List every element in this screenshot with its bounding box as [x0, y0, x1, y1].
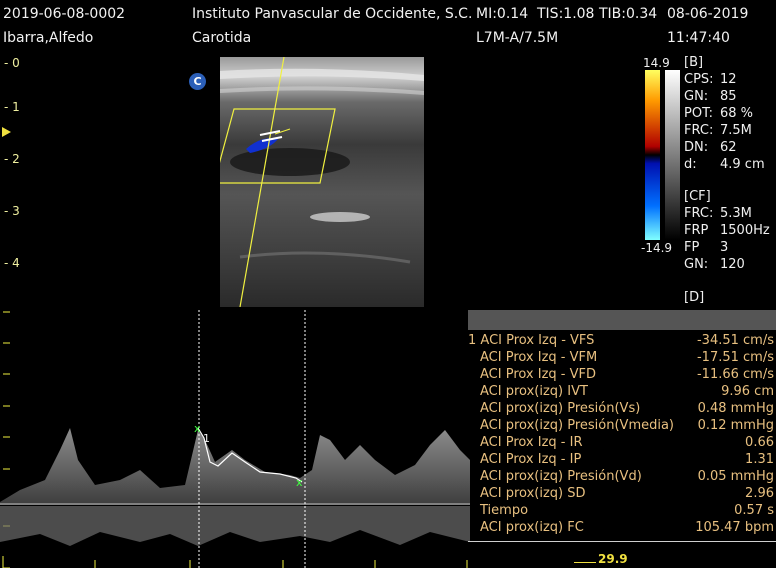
tis-index: TIS:1.08 [537, 6, 595, 22]
measurement-row: ACI Prox Izq - IR 0.66 [468, 434, 776, 451]
param-key: GN: [684, 89, 709, 104]
measurement-row: ACI Prox Izq - VFD -11.66 cm/s [468, 366, 776, 383]
measurement-label: ACI prox(izq) SD [480, 486, 586, 501]
svg-text:x: x [296, 476, 303, 489]
color-mode-badge: C [189, 73, 206, 90]
param-value: 7.5M [720, 123, 752, 138]
focus-marker-icon [2, 127, 11, 137]
param-value: 68 % [720, 106, 754, 121]
measurement-value: 9.96 cm [721, 384, 774, 399]
measurement-label: ACI prox(izq) Presión(Vs) [480, 401, 641, 416]
measurement-label: ACI Prox Izq - VFM [480, 350, 598, 365]
exam-type: Carotida [192, 30, 252, 46]
param-key: CPS: [684, 72, 714, 87]
params-cf-list: FRC: 5.3M FRP 1500Hz FP 3 GN: 120 [684, 206, 770, 274]
measurement-label: ACI Prox Izq - VFD [480, 367, 597, 382]
param-value: 5.3M [720, 206, 752, 221]
param-key: FRP [684, 223, 709, 238]
measurement-value: -17.51 cm/s [696, 350, 774, 365]
spectral-marker-label: 1 [203, 432, 210, 445]
measurement-label: ACI prox(izq) Presión(Vd) [480, 469, 642, 484]
measurement-row: ACI prox(izq) Presión(Vs) 0.48 mmHg [468, 400, 776, 417]
param-key: FP [684, 240, 700, 255]
param-value: 3 [720, 240, 729, 255]
bmode-image [220, 57, 424, 307]
measurement-row: ACI Prox Izq - IP 1.31 [468, 451, 776, 468]
measurement-row: ACI prox(izq) Presión(Vmedia) 0.12 mmHg [468, 417, 776, 434]
velocity-scale-line [574, 562, 596, 563]
measurement-value: -34.51 cm/s [696, 333, 774, 348]
param-value: 85 [720, 89, 737, 104]
patient-name: Ibarra,Alfedo [3, 30, 94, 46]
measurement-label: ACI prox(izq) Presión(Vmedia) [480, 418, 675, 433]
param-value: 62 [720, 140, 737, 155]
svg-text:x: x [194, 422, 201, 435]
measurement-row: ACI Prox Izq - VFM -17.51 cm/s [468, 349, 776, 366]
depth-0: 0 [12, 56, 20, 70]
tib-index: TIB:0.34 [599, 6, 658, 22]
patient-id: 2019-06-08-0002 [3, 6, 126, 22]
measurement-label: Tiempo [480, 503, 529, 518]
param-value: 12 [720, 72, 737, 87]
measurement-panel: 1 ACI Prox Izq - VFS -34.51 cm/s ACI Prox… [468, 332, 776, 542]
depth-4: 4 [12, 256, 20, 270]
measurement-row: ACI prox(izq) FC 105.47 bpm [468, 519, 776, 536]
measurement-value: 0.05 mmHg [697, 469, 774, 484]
measurement-label: ACI Prox Izq - IR [480, 435, 583, 450]
measurement-row: ACI prox(izq) SD 2.96 [468, 485, 776, 502]
colorbar-max: 14.9 [643, 56, 670, 70]
institution-name: Instituto Panvascular de Occidente, S.C. [192, 6, 473, 22]
param-key: POT: [684, 106, 713, 121]
param-value: 1500Hz [720, 223, 770, 238]
measurement-value: 2.96 [745, 486, 774, 501]
exam-time: 11:47:40 [667, 30, 730, 46]
measurement-row: ACI prox(izq) IVT 9.96 cm [468, 383, 776, 400]
measurement-panel-header [468, 310, 776, 330]
param-key: d: [684, 157, 697, 172]
measurement-label: ACI Prox Izq - IP [480, 452, 582, 467]
measurement-label: ACI prox(izq) FC [480, 520, 584, 535]
measurement-label: ACI prox(izq) IVT [480, 384, 588, 399]
param-key: FRC: [684, 206, 714, 221]
gray-scale-bar [665, 70, 680, 240]
measurement-value: 0.12 mmHg [697, 418, 774, 433]
probe-label: L7M-A/7.5M [476, 30, 559, 46]
colorbar-min: -14.9 [641, 241, 673, 255]
measurement-panel-divider [468, 541, 776, 542]
param-key: GN: [684, 257, 709, 272]
params-b-list: CPS: 12 GN: 85 POT: 68 % FRC: 7.5M DN: 62 d: 4… [684, 72, 765, 174]
measurement-value: 1.31 [745, 452, 774, 467]
depth-1: 1 [12, 100, 20, 114]
mi-index: MI:0.14 [476, 6, 529, 22]
measurement-label: 1 ACI Prox Izq - VFS [468, 333, 595, 348]
param-value: 120 [720, 257, 745, 272]
measurement-row: Tiempo 0.57 s [468, 502, 776, 519]
measurement-value: 105.47 bpm [695, 520, 774, 535]
velocity-scale-value: 29.9 [598, 552, 628, 566]
measurement-row: ACI prox(izq) Presión(Vd) 0.05 mmHg [468, 468, 776, 485]
depth-3: 3 [12, 204, 20, 218]
depth-2: 2 [12, 152, 20, 166]
depth-scale: - 0 - 1 - 2 - 3 - 4 [2, 56, 20, 270]
measurement-row: 1 ACI Prox Izq - VFS -34.51 cm/s [468, 332, 776, 349]
spectral-doppler: x x [0, 310, 470, 568]
exam-date: 08-06-2019 [667, 6, 749, 22]
measurement-value: 0.57 s [734, 503, 774, 518]
param-value: 4.9 cm [720, 157, 765, 172]
measurement-value: 0.66 [745, 435, 774, 450]
measurement-value: 0.48 mmHg [697, 401, 774, 416]
param-key: FRC: [684, 123, 714, 138]
params-b-title: [B] [684, 55, 704, 70]
velocity-colorbar [645, 70, 660, 240]
params-cf-title: [CF] [684, 189, 711, 204]
params-d-title: [D] [684, 290, 705, 305]
param-key: DN: [684, 140, 709, 155]
measurement-value: -11.66 cm/s [696, 367, 774, 382]
